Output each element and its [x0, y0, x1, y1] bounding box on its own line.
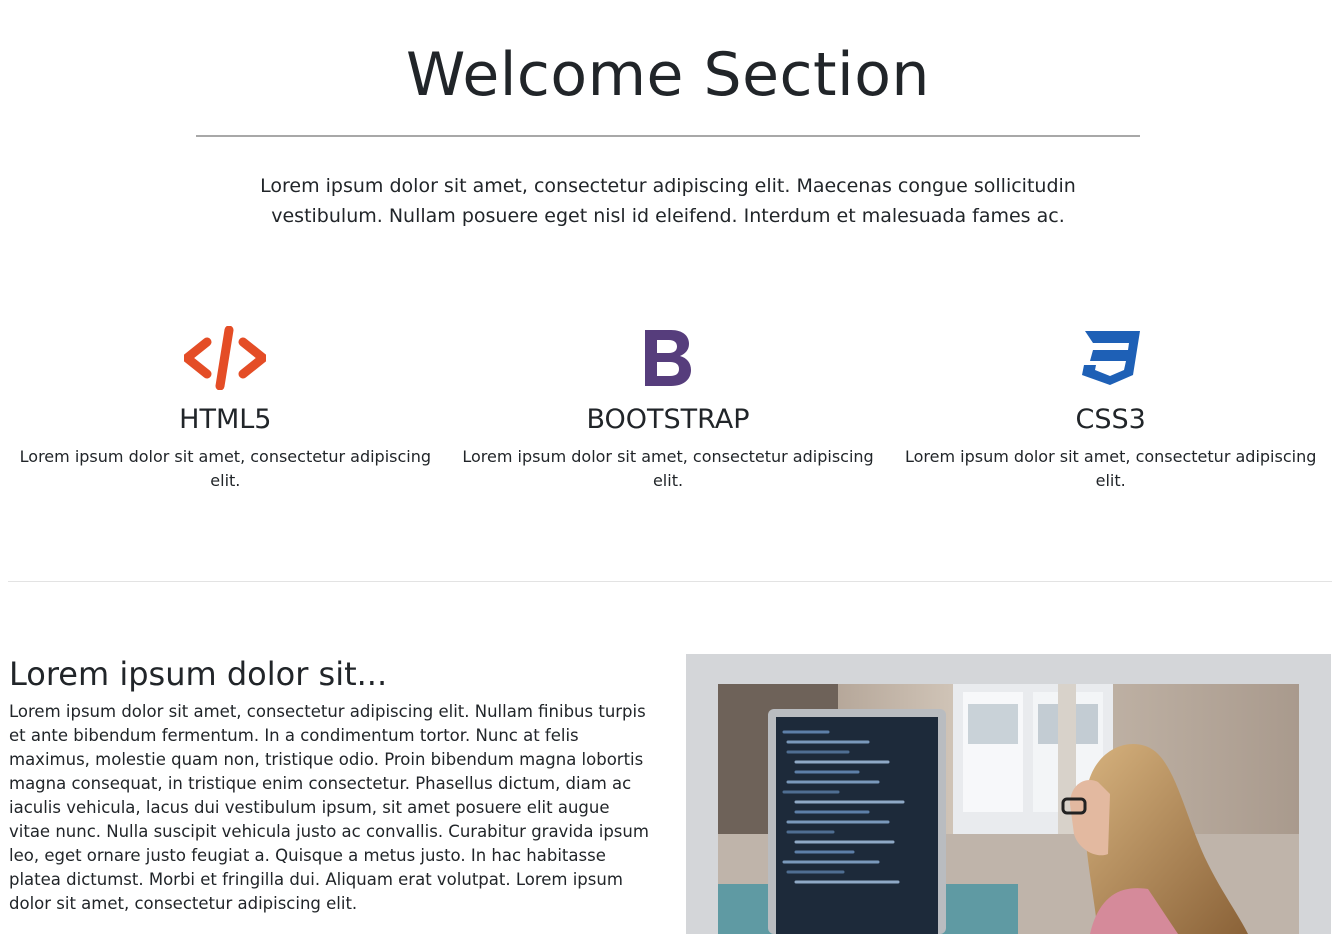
- page-title: Welcome Section: [406, 40, 930, 110]
- welcome-intro: Lorem ipsum dolor sit amet, consectetur …: [260, 175, 1076, 227]
- features-row: HTML5 Lorem ipsum dolor sit amet, consec…: [0, 325, 1336, 493]
- about-section: Lorem ipsum dolor sit... Lorem ipsum dol…: [0, 654, 1336, 934]
- feature-title: BOOTSTRAP: [586, 404, 750, 435]
- section-divider: [8, 581, 1332, 582]
- feature-css3: CSS3 Lorem ipsum dolor sit amet, consect…: [889, 325, 1332, 493]
- css3-shield-icon: [889, 325, 1332, 391]
- about-text-column: Lorem ipsum dolor sit... Lorem ipsum dol…: [0, 654, 649, 934]
- feature-title: CSS3: [1075, 404, 1146, 435]
- feature-text: Lorem ipsum dolor sit amet, consectetur …: [905, 447, 1317, 490]
- welcome-section: Welcome Section Lorem ipsum dolor sit am…: [0, 0, 1336, 493]
- feature-text: Lorem ipsum dolor sit amet, consectetur …: [19, 447, 432, 490]
- feature-bootstrap: BOOTSTRAP Lorem ipsum dolor sit amet, co…: [447, 325, 890, 493]
- bootstrap-b-icon: [447, 325, 890, 391]
- about-title: Lorem ipsum dolor sit...: [9, 655, 388, 693]
- feature-html5: HTML5 Lorem ipsum dolor sit amet, consec…: [4, 325, 447, 493]
- feature-title: HTML5: [179, 404, 272, 435]
- about-image-frame: [686, 654, 1331, 934]
- feature-text: Lorem ipsum dolor sit amet, consectetur …: [462, 447, 874, 490]
- title-divider: [196, 135, 1140, 137]
- about-body: Lorem ipsum dolor sit amet, consectetur …: [9, 702, 649, 913]
- html5-code-icon: [4, 325, 447, 391]
- workspace-photo: [718, 684, 1299, 934]
